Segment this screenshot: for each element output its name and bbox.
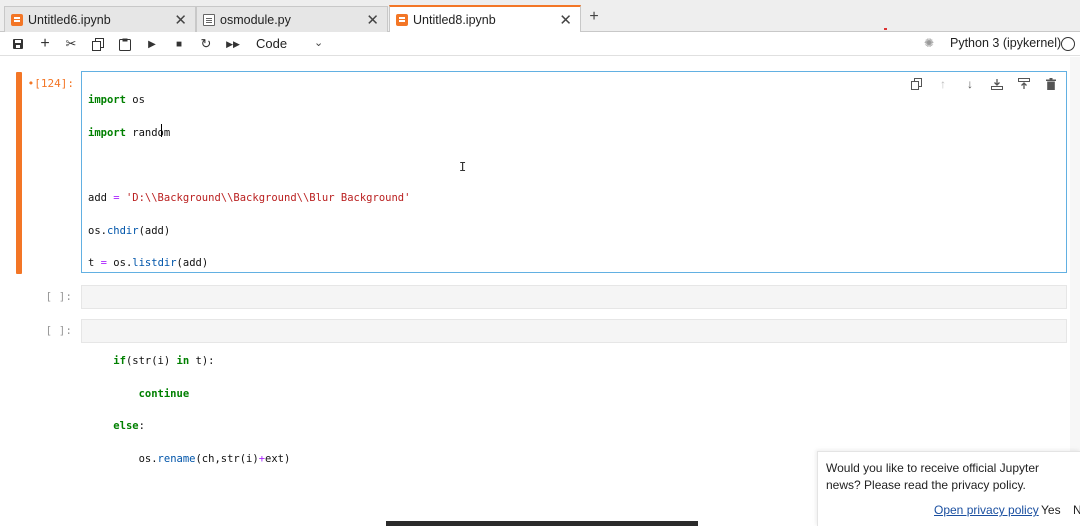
cell-prompt: [ ]: bbox=[45, 290, 73, 303]
kernel-settings-icon: ✺ bbox=[924, 36, 935, 50]
notification-message: Would you like to receive official Jupyt… bbox=[826, 461, 1039, 492]
yes-button[interactable]: Yes bbox=[1041, 503, 1061, 517]
code-line: continue bbox=[138, 387, 190, 400]
code-cell-editor[interactable]: import os import random add = 'D:\\Backg… bbox=[81, 71, 1067, 465]
plus-icon: + bbox=[40, 35, 50, 52]
arrow-up-icon: ↑ bbox=[940, 77, 946, 91]
delete-cell-button[interactable] bbox=[1043, 76, 1059, 92]
play-icon: ▶ bbox=[148, 38, 156, 50]
notebook-toolbar: + ✂ ▶ ■ ↻ ▶▶ Code ⌄ ✺ Python 3 (ipykerne… bbox=[0, 32, 1080, 56]
stop-icon: ■ bbox=[175, 38, 183, 50]
run-button[interactable]: ▶ bbox=[143, 35, 161, 53]
kernel-status-icon bbox=[1061, 37, 1075, 51]
cell-type-select[interactable]: Code bbox=[256, 36, 287, 51]
code-line: if(str(i) in t): bbox=[113, 355, 215, 368]
code-cell-editor[interactable] bbox=[81, 319, 1067, 343]
duplicate-cell-button[interactable] bbox=[908, 76, 924, 92]
code-line: import os bbox=[88, 94, 145, 107]
duplicate-icon bbox=[910, 78, 922, 90]
code-line: import random bbox=[88, 126, 171, 139]
insert-above-button[interactable] bbox=[989, 76, 1005, 92]
restart-run-all-button[interactable]: ▶▶ bbox=[224, 35, 242, 53]
cut-button[interactable]: ✂ bbox=[62, 35, 80, 53]
copy-icon bbox=[92, 37, 104, 51]
restart-icon: ↻ bbox=[200, 36, 212, 51]
move-up-button[interactable]: ↑ bbox=[935, 76, 951, 92]
file-icon bbox=[203, 13, 215, 26]
active-cell-indicator bbox=[16, 72, 22, 274]
news-notification: Would you like to receive official Jupyt… bbox=[817, 451, 1080, 526]
tab-untitled6[interactable]: Untitled6.ipynb ✕ bbox=[4, 6, 196, 32]
scissors-icon: ✂ bbox=[65, 36, 77, 51]
text-cursor bbox=[161, 124, 162, 137]
insert-below-icon bbox=[1018, 78, 1030, 89]
tab-bar: Untitled6.ipynb ✕ osmodule.py ✕ Untitled… bbox=[0, 0, 1080, 32]
mouse-ibeam-icon: I bbox=[459, 160, 467, 174]
interrupt-button[interactable]: ■ bbox=[170, 35, 188, 53]
close-icon[interactable]: ✕ bbox=[559, 11, 572, 29]
insert-below-button[interactable] bbox=[1016, 76, 1032, 92]
save-icon bbox=[13, 39, 23, 49]
code-line: os.chdir(add) bbox=[88, 224, 171, 237]
tab-label: Untitled6.ipynb bbox=[28, 12, 111, 27]
open-privacy-policy-link[interactable]: Open privacy policy bbox=[934, 503, 1039, 517]
new-tab-button[interactable]: + bbox=[584, 8, 604, 26]
tab-untitled8[interactable]: Untitled8.ipynb ✕ bbox=[389, 5, 581, 32]
tab-label: osmodule.py bbox=[220, 12, 291, 27]
tab-label: Untitled8.ipynb bbox=[413, 12, 496, 27]
code-cell-editor[interactable] bbox=[81, 285, 1067, 309]
indicator-dot bbox=[884, 28, 887, 30]
save-button[interactable] bbox=[9, 35, 27, 53]
move-down-button[interactable]: ↓ bbox=[962, 76, 978, 92]
clipboard-icon bbox=[119, 38, 131, 51]
close-icon[interactable]: ✕ bbox=[174, 11, 187, 29]
tab-osmodule[interactable]: osmodule.py ✕ bbox=[196, 6, 388, 32]
arrow-down-icon: ↓ bbox=[967, 77, 973, 91]
kernel-name[interactable]: Python 3 (ipykernel) bbox=[950, 36, 1061, 50]
notebook-icon bbox=[396, 13, 408, 26]
code-line: os.rename(ch,str(i)+ext) bbox=[88, 452, 291, 465]
notebook-icon bbox=[11, 13, 23, 26]
restart-button[interactable]: ↻ bbox=[197, 35, 215, 53]
chevron-down-icon[interactable]: ⌄ bbox=[314, 36, 323, 49]
code-line: else: bbox=[113, 420, 145, 433]
fast-forward-icon: ▶▶ bbox=[226, 38, 240, 49]
cell-prompt: [ ]: bbox=[45, 324, 73, 337]
trash-icon bbox=[1046, 78, 1056, 90]
cell-prompt: •[124]: bbox=[27, 77, 74, 90]
paste-button[interactable] bbox=[116, 35, 134, 53]
taskbar-strip bbox=[386, 521, 698, 526]
insert-above-icon bbox=[991, 79, 1003, 90]
copy-button[interactable] bbox=[89, 35, 107, 53]
code-line: add = 'D:\\Background\\Background\\Blur … bbox=[88, 192, 411, 205]
code-line: t = os.listdir(add) bbox=[88, 257, 209, 270]
insert-cell-button[interactable]: + bbox=[36, 35, 54, 53]
close-icon[interactable]: ✕ bbox=[366, 11, 379, 29]
no-button[interactable]: N bbox=[1073, 503, 1080, 517]
